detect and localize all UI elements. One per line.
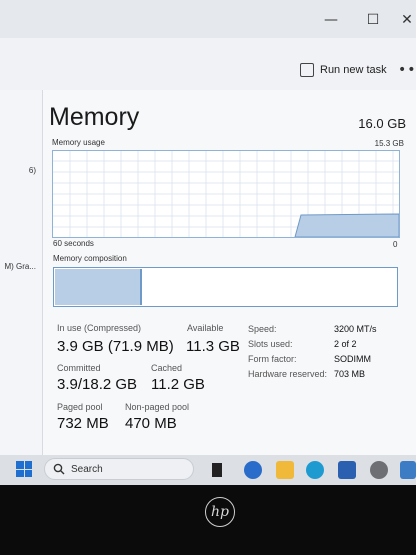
taskbar-search[interactable]: Search: [44, 458, 194, 480]
composition-in-use: [55, 269, 142, 305]
paged-pool-label: Paged pool: [57, 402, 103, 412]
task-view-icon[interactable]: [212, 463, 222, 477]
search-label: Search: [71, 463, 103, 475]
available-label: Available: [187, 323, 224, 333]
search-icon: [53, 463, 65, 475]
graph-time-right: 0: [393, 240, 398, 249]
performance-sidebar: 6) M) Gra...: [0, 90, 43, 455]
hp-logo-icon: hp: [205, 497, 235, 527]
memory-usage-graph: [52, 150, 400, 238]
committed-label: Committed: [57, 363, 101, 373]
windows-logo-pane: [24, 469, 32, 477]
run-task-icon: [300, 63, 314, 77]
settings-gear-icon[interactable]: [370, 461, 388, 479]
windows-logo-pane: [16, 461, 24, 469]
run-new-task-label: Run new task: [320, 64, 387, 76]
cached-label: Cached: [151, 363, 183, 373]
slots-label: Slots used:: [248, 339, 293, 349]
paged-pool-value: 732 MB: [57, 415, 109, 432]
page-title: Memory: [49, 103, 140, 131]
memory-usage-label: Memory usage: [52, 138, 105, 147]
sidebar-item-label: M) Gra...: [4, 262, 36, 271]
hardware-reserved-label: Hardware reserved:: [248, 369, 328, 379]
sidebar-item-label: 6): [28, 166, 36, 175]
edge-icon[interactable]: [306, 461, 324, 479]
file-explorer-icon[interactable]: [276, 461, 294, 479]
form-factor-label: Form factor:: [248, 354, 297, 364]
available-value: 11.3 GB: [186, 338, 240, 355]
windows-logo-pane: [16, 469, 24, 477]
total-memory: 16.0 GB: [358, 116, 406, 131]
title-bar: — ☐ ✕: [0, 0, 416, 38]
graph-time-left: 60 seconds: [53, 239, 94, 248]
taskbar: Search: [0, 455, 416, 485]
slots-value: 2 of 2: [334, 339, 357, 349]
laptop-screen: — ☐ ✕ Run new task ••• 6) M) Gra... Memo…: [0, 0, 416, 455]
speed-value: 3200 MT/s: [334, 324, 377, 334]
usage-graph-svg: [53, 151, 399, 237]
maximize-button[interactable]: ☐: [362, 9, 384, 31]
nonpaged-pool-label: Non-paged pool: [125, 402, 190, 412]
cached-value: 11.2 GB: [151, 376, 205, 393]
nonpaged-pool-value: 470 MB: [125, 415, 177, 432]
more-options-button[interactable]: •••: [398, 62, 416, 78]
start-button[interactable]: [16, 461, 32, 477]
store-icon[interactable]: [338, 461, 356, 479]
speed-label: Speed:: [248, 324, 277, 334]
run-new-task-button[interactable]: Run new task: [300, 63, 387, 77]
windows-logo-pane: [24, 461, 32, 469]
hardware-reserved-value: 703 MB: [334, 369, 366, 379]
minimize-button[interactable]: —: [320, 9, 342, 31]
sidebar-item-gpu[interactable]: M) Gra...: [0, 238, 42, 298]
committed-value: 3.9/18.2 GB: [57, 376, 138, 393]
usage-area: [294, 213, 399, 237]
memory-composition-label: Memory composition: [53, 254, 127, 263]
form-factor-value: SODIMM: [334, 354, 371, 364]
memory-usage-max: 15.3 GB: [374, 139, 404, 148]
in-use-label: In use (Compressed): [57, 323, 142, 333]
task-manager-icon[interactable]: [400, 461, 416, 479]
in-use-value: 3.9 GB (71.9 MB): [57, 338, 174, 355]
close-button[interactable]: ✕: [396, 9, 416, 31]
widgets-icon[interactable]: [244, 461, 262, 479]
memory-composition-bar: [53, 267, 398, 307]
sidebar-item-cpu[interactable]: 6): [0, 142, 42, 202]
